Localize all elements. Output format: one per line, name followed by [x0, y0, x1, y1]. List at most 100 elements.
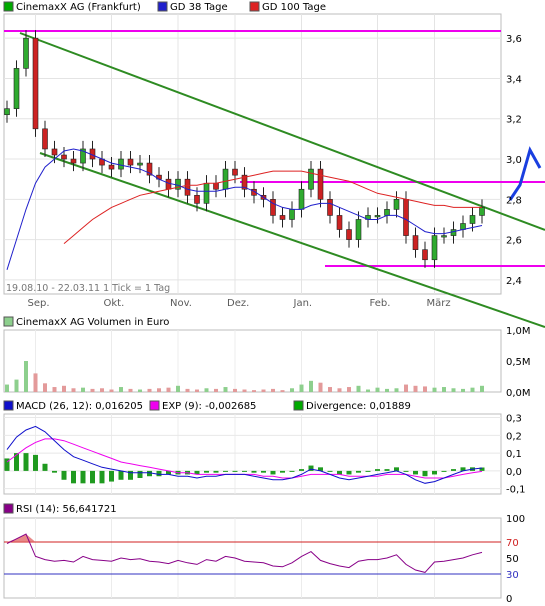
volume-bar	[14, 379, 19, 392]
volume-bar	[5, 384, 9, 392]
candle-body	[108, 164, 115, 170]
volume-bar	[52, 387, 57, 392]
legend-price: CinemaxX AG (Frankfurt)	[16, 2, 141, 13]
divergence-bar	[432, 470, 437, 475]
volume-bar	[413, 385, 418, 392]
volume-bar	[214, 388, 218, 392]
candle-body	[42, 128, 48, 150]
macd-ytick-label: 0,3	[506, 414, 522, 425]
divergence-bar	[156, 470, 162, 477]
legend-macd: MACD (26, 12): 0,016205	[16, 401, 143, 412]
divergence-bar	[280, 470, 285, 473]
volume-bar	[176, 385, 180, 392]
volume-bar	[24, 361, 28, 392]
candle-body	[165, 178, 172, 190]
price-ytick-label: 3,6	[506, 34, 522, 45]
price-ytick-label: 2,6	[506, 236, 522, 247]
volume-bar	[461, 388, 465, 392]
divergence-bar	[52, 470, 57, 473]
volume-panel: 0,0M 0,5M 1,0M CinemaxX AG Volumen in Euro	[3, 316, 531, 399]
macd-ytick-label: -0,1	[506, 485, 526, 496]
macd-ytick-label: 0,1	[506, 449, 522, 460]
candle-body	[336, 215, 343, 230]
candle-body	[441, 235, 447, 238]
volume-plot-area	[3, 329, 502, 393]
divergence-bar	[403, 470, 409, 472]
divergence-bar	[71, 470, 76, 484]
volume-bar	[71, 388, 76, 392]
candle-body	[232, 168, 238, 176]
volume-bar	[119, 387, 123, 392]
volume-bar	[347, 387, 351, 392]
volume-bar	[147, 388, 152, 392]
volume-bar	[128, 388, 133, 392]
volume-bar	[423, 386, 427, 392]
volume-bar	[271, 388, 275, 392]
price-ytick-label: 2,8	[506, 195, 522, 206]
divergence-bar	[270, 470, 276, 475]
volume-bar	[394, 388, 399, 392]
candle-body	[127, 158, 134, 166]
divergence-bar	[441, 470, 447, 472]
divergence-bar	[232, 470, 238, 472]
volume-bar	[138, 389, 142, 392]
candle-body	[327, 199, 333, 216]
macd-ytick-label: 0,0	[506, 467, 522, 478]
rsi-ytick-label: 100	[506, 514, 525, 525]
divergence-bar	[346, 470, 352, 475]
legend-swatch-divergence	[293, 400, 304, 411]
divergence-bar	[42, 463, 48, 471]
volume-bar	[404, 384, 408, 392]
price-ytick-label: 3,0	[506, 155, 522, 166]
volume-bar	[280, 390, 285, 392]
volume-bar	[451, 388, 456, 392]
divergence-bar	[99, 470, 105, 484]
legend-swatch-price	[3, 1, 14, 12]
info-text: 19.08.10 - 22.03.11 1 Tick = 1 Tag	[6, 283, 170, 294]
candle-body	[203, 182, 210, 204]
divergence-bar	[251, 470, 257, 473]
candle-body	[298, 188, 305, 210]
volume-ytick-label: 0,5M	[506, 357, 531, 368]
divergence-bar	[375, 469, 380, 471]
candle-body	[374, 215, 381, 218]
divergence-bar	[137, 470, 143, 478]
volume-bar	[442, 387, 446, 392]
price-xtick-label: März	[427, 298, 451, 309]
candle-body	[213, 182, 219, 190]
price-xtick-label: Dez.	[227, 298, 249, 309]
legend-swatch-exp	[149, 400, 160, 411]
candle-body	[308, 168, 314, 190]
price-xtick-label: Okt.	[104, 298, 125, 309]
volume-bar	[290, 388, 294, 392]
volume-bar	[204, 388, 209, 392]
divergence-bar	[394, 467, 399, 471]
divergence-bar	[365, 470, 371, 472]
volume-bar	[337, 388, 342, 392]
divergence-bar	[33, 454, 38, 471]
volume-bar	[62, 385, 66, 392]
volume-bar	[157, 388, 161, 392]
divergence-bar	[451, 469, 456, 471]
divergence-bar	[223, 470, 228, 472]
volume-bar	[233, 388, 237, 392]
rsi-ytick-label: 30	[506, 570, 519, 581]
candle-body	[422, 249, 428, 261]
divergence-bar	[356, 470, 361, 473]
price-ytick-label: 3,4	[506, 74, 522, 85]
volume-bar	[375, 387, 380, 392]
divergence-bar	[327, 470, 333, 472]
candle-body	[412, 235, 419, 250]
candle-body	[431, 235, 438, 261]
candle-body	[355, 219, 362, 240]
volume-bar	[432, 387, 437, 392]
legend-exp: EXP (9): -0,002685	[162, 401, 256, 412]
candle-body	[384, 209, 390, 216]
rsi-ytick-label: 50	[506, 554, 519, 565]
volume-bar	[90, 388, 95, 392]
macd-panel: -0,1 0,0 0,1 0,2 0,3 MACD (26, 12): 0,016205…	[3, 400, 526, 496]
divergence-bar	[384, 469, 390, 471]
legend-gd100: GD 100 Tage	[262, 2, 326, 13]
divergence-bar	[299, 469, 304, 471]
rsi-panel: 0 30 50 70 100 RSI (14): 56,641721	[3, 503, 525, 605]
